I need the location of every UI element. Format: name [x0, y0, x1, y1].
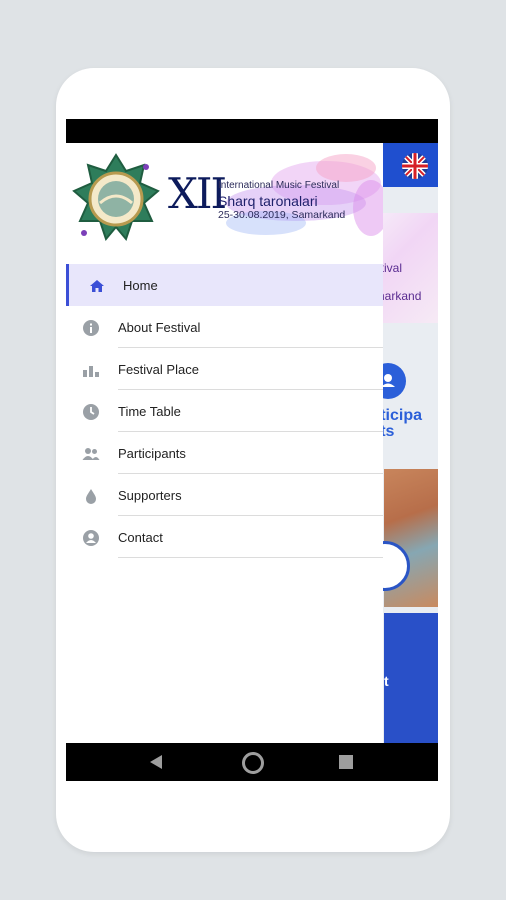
participants-partial-label: ticipa ts [380, 407, 422, 440]
festival-numeral: XII [168, 169, 227, 218]
drop-icon [82, 487, 100, 505]
drawer-menu: Home About Festival Festival Place Time … [66, 264, 383, 558]
festival-emblem-logo [72, 153, 160, 242]
back-icon[interactable] [150, 755, 162, 769]
menu-item-label: About Festival [118, 320, 201, 335]
home-circle-icon[interactable] [242, 752, 264, 774]
menu-item-supporters[interactable]: Supporters [66, 474, 383, 516]
menu-item-home[interactable]: Home [66, 264, 383, 306]
android-navigation-bar [66, 743, 438, 781]
info-icon [82, 319, 100, 337]
menu-item-about-festival[interactable]: About Festival [66, 306, 383, 348]
account-icon [82, 529, 100, 547]
menu-item-label: Contact [118, 530, 163, 545]
navigation-drawer: XII International Music Festival Sharq t… [66, 143, 383, 743]
uk-flag-icon[interactable] [402, 153, 428, 179]
menu-item-time-table[interactable]: Time Table [66, 390, 383, 432]
menu-item-participants[interactable]: Participants [66, 432, 383, 474]
home-icon [88, 277, 106, 295]
device-screen: estival l amarkand ticipa ts t [66, 119, 438, 781]
menu-item-label: Home [123, 278, 158, 293]
bottom-partial-text: t [384, 673, 389, 689]
menu-item-label: Time Table [118, 404, 181, 419]
menu-item-festival-place[interactable]: Festival Place [66, 348, 383, 390]
people-icon [82, 445, 100, 463]
status-bar [66, 119, 438, 143]
recent-apps-icon[interactable] [339, 755, 353, 769]
menu-item-label: Participants [118, 446, 186, 461]
clock-icon [82, 403, 100, 421]
festival-title: Sharq taronalari [218, 193, 318, 209]
festival-dates: 25-30.08.2019, Samarkand [218, 209, 346, 221]
bar-chart-icon [82, 361, 100, 379]
menu-divider [118, 557, 383, 558]
menu-item-label: Supporters [118, 488, 182, 503]
menu-item-label: Festival Place [118, 362, 199, 377]
drawer-header: XII International Music Festival Sharq t… [66, 143, 383, 261]
menu-item-contact[interactable]: Contact [66, 516, 383, 558]
festival-subtitle: International Music Festival [218, 180, 340, 191]
